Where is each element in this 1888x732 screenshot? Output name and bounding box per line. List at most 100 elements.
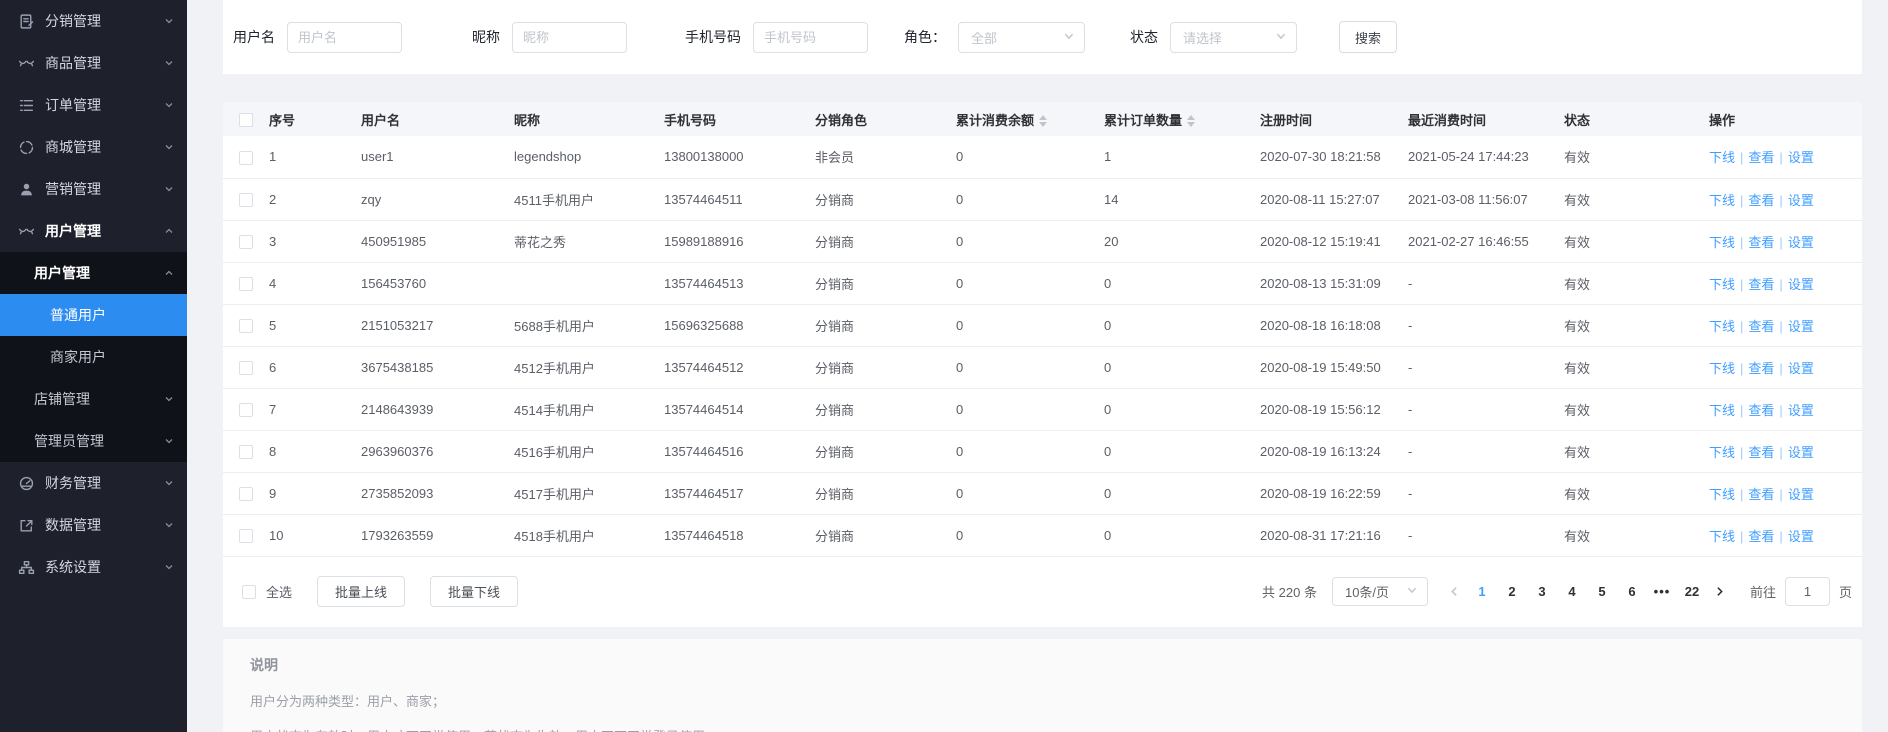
action-offline-link[interactable]: 下线	[1709, 403, 1735, 418]
page-button-22[interactable]: 22	[1677, 584, 1707, 599]
row-checkbox[interactable]	[239, 403, 253, 417]
chevron-down-icon	[164, 478, 174, 488]
action-settings-link[interactable]: 设置	[1788, 193, 1814, 208]
row-checkbox[interactable]	[239, 361, 253, 375]
page-button-6[interactable]: 6	[1617, 584, 1647, 599]
action-view-link[interactable]: 查看	[1748, 445, 1774, 460]
page-size-select[interactable]: 10条/页	[1332, 577, 1428, 606]
sidebar-item-distribution[interactable]: 分销管理	[0, 0, 187, 42]
nickname-cell: 4512手机用户	[514, 346, 664, 388]
registered-cell: 2020-08-12 15:19:41	[1260, 220, 1408, 262]
select-all-checkbox[interactable]	[242, 585, 256, 599]
action-offline-link[interactable]: 下线	[1709, 319, 1735, 334]
action-settings-link[interactable]: 设置	[1788, 487, 1814, 502]
sort-caret[interactable]	[1039, 115, 1047, 127]
sidebar-item-settings[interactable]: 系统设置	[0, 546, 187, 588]
consume-cell: 0	[956, 262, 1104, 304]
action-settings-link[interactable]: 设置	[1788, 235, 1814, 250]
sidebar-item-orders[interactable]: 订单管理	[0, 84, 187, 126]
action-view-link[interactable]: 查看	[1748, 361, 1774, 376]
status-cell: 有效	[1564, 472, 1709, 514]
row-checkbox[interactable]	[239, 235, 253, 249]
row-checkbox[interactable]	[239, 529, 253, 543]
action-view-link[interactable]: 查看	[1748, 529, 1774, 544]
action-offline-link[interactable]: 下线	[1709, 361, 1735, 376]
sidebar-item-merchant-user[interactable]: 商家用户	[0, 336, 187, 378]
sidebar-item-normal-user[interactable]: 普通用户	[0, 294, 187, 336]
role-select[interactable]: 全部	[958, 22, 1085, 53]
row-checkbox[interactable]	[239, 277, 253, 291]
action-view-link[interactable]: 查看	[1748, 319, 1774, 334]
table-row: 7 2148643939 4514手机用户 13574464514 分销商 0 …	[223, 388, 1862, 430]
action-settings-link[interactable]: 设置	[1788, 529, 1814, 544]
page-button-5[interactable]: 5	[1587, 584, 1617, 599]
next-page-button[interactable]	[1714, 586, 1725, 597]
action-view-link[interactable]: 查看	[1748, 403, 1774, 418]
row-checkbox[interactable]	[239, 193, 253, 207]
action-offline-link[interactable]: 下线	[1709, 235, 1735, 250]
sidebar-item-admin-management[interactable]: 管理员管理	[0, 420, 187, 462]
nickname-input[interactable]	[512, 22, 627, 53]
action-settings-link[interactable]: 设置	[1788, 445, 1814, 460]
registered-cell: 2020-08-13 15:31:09	[1260, 262, 1408, 304]
sidebar-item-mall[interactable]: 商城管理	[0, 126, 187, 168]
status-cell: 有效	[1564, 178, 1709, 220]
search-button[interactable]: 搜索	[1339, 21, 1397, 53]
action-settings-link[interactable]: 设置	[1788, 403, 1814, 418]
action-view-link[interactable]: 查看	[1748, 150, 1774, 165]
action-view-link[interactable]: 查看	[1748, 235, 1774, 250]
batch-offline-button[interactable]: 批量下线	[430, 576, 518, 607]
actions-cell: 下线|查看|设置	[1709, 220, 1862, 262]
action-settings-link[interactable]: 设置	[1788, 361, 1814, 376]
app-root: 分销管理 商品管理 订单管理 商城管理 营销管理 用户管理 用户管理普通用户商家…	[0, 0, 1888, 732]
action-offline-link[interactable]: 下线	[1709, 277, 1735, 292]
action-offline-link[interactable]: 下线	[1709, 487, 1735, 502]
sort-caret[interactable]	[1187, 115, 1195, 127]
actions-cell: 下线|查看|设置	[1709, 262, 1862, 304]
action-view-link[interactable]: 查看	[1748, 487, 1774, 502]
page-button-2[interactable]: 2	[1497, 584, 1527, 599]
row-checkbox[interactable]	[239, 445, 253, 459]
username-input[interactable]	[287, 22, 402, 53]
row-checkbox[interactable]	[239, 487, 253, 501]
page-button-1[interactable]: 1	[1467, 584, 1497, 599]
sidebar-item-marketing[interactable]: 营销管理	[0, 168, 187, 210]
col-actions-header: 操作	[1709, 102, 1862, 136]
total-count: 共 220 条	[1262, 582, 1317, 601]
status-select[interactable]: 请选择	[1170, 22, 1297, 53]
action-settings-link[interactable]: 设置	[1788, 277, 1814, 292]
action-view-link[interactable]: 查看	[1748, 277, 1774, 292]
pages-ellipsis[interactable]: •••	[1647, 584, 1677, 599]
role-cell: 分销商	[815, 430, 956, 472]
sidebar-item-shop-management[interactable]: 店铺管理	[0, 378, 187, 420]
sidebar-item-user-management[interactable]: 用户管理	[0, 252, 187, 294]
action-offline-link[interactable]: 下线	[1709, 529, 1735, 544]
goto-page-input[interactable]	[1785, 577, 1830, 606]
row-checkbox[interactable]	[239, 151, 253, 165]
role-cell: 分销商	[815, 514, 956, 556]
header-checkbox[interactable]	[239, 113, 253, 127]
prev-page-button[interactable]	[1449, 586, 1460, 597]
sidebar-item-data[interactable]: 数据管理	[0, 504, 187, 546]
consume-cell: 0	[956, 388, 1104, 430]
sidebar-item-goods[interactable]: 商品管理	[0, 42, 187, 84]
action-settings-link[interactable]: 设置	[1788, 150, 1814, 165]
status-cell: 有效	[1564, 304, 1709, 346]
username-cell: zqy	[361, 178, 514, 220]
action-view-link[interactable]: 查看	[1748, 193, 1774, 208]
orders-cell: 1	[1104, 136, 1260, 178]
phone-cell: 13574464514	[664, 388, 815, 430]
page-button-4[interactable]: 4	[1557, 584, 1587, 599]
action-offline-link[interactable]: 下线	[1709, 445, 1735, 460]
action-offline-link[interactable]: 下线	[1709, 193, 1735, 208]
page-button-3[interactable]: 3	[1527, 584, 1557, 599]
sidebar-item-finance[interactable]: 财务管理	[0, 462, 187, 504]
row-checkbox[interactable]	[239, 319, 253, 333]
registered-cell: 2020-08-19 15:49:50	[1260, 346, 1408, 388]
sidebar-item-users[interactable]: 用户管理	[0, 210, 187, 252]
action-offline-link[interactable]: 下线	[1709, 150, 1735, 165]
action-settings-link[interactable]: 设置	[1788, 319, 1814, 334]
batch-online-button[interactable]: 批量上线	[317, 576, 405, 607]
phone-input[interactable]	[753, 22, 868, 53]
page-size-value: 10条/页	[1345, 582, 1406, 601]
